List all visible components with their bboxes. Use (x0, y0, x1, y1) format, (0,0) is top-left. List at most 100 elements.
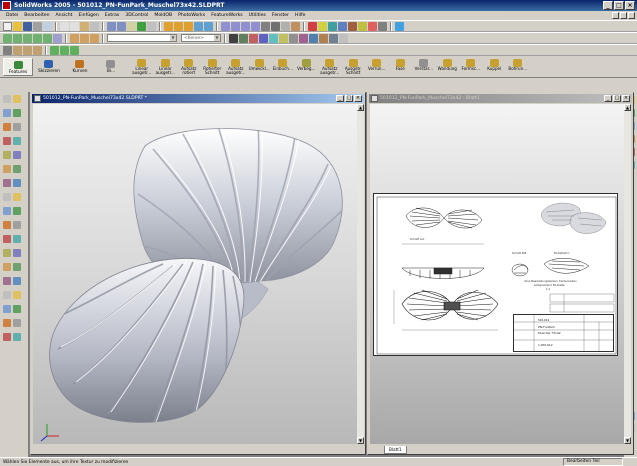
feature-button-5[interactable]: Umwickl... (248, 58, 272, 77)
offset-icon[interactable] (80, 33, 89, 43)
section-view-icon[interactable] (291, 21, 300, 31)
maximize-button[interactable]: □ (614, 1, 624, 10)
style-combo[interactable]: <Keine> ▼ (181, 34, 221, 42)
mass-properties-icon[interactable] (259, 33, 268, 43)
mirror-icon[interactable] (70, 33, 79, 43)
drawing-window[interactable]: 501012_PN-FunPark_Muschel73x42 - Blatt1 … (367, 92, 634, 455)
doc-minimize-button[interactable] (612, 12, 619, 19)
left-tool-icon[interactable] (3, 109, 11, 117)
left-tool-icon[interactable] (3, 123, 11, 131)
left-tool-icon[interactable] (13, 263, 21, 271)
smart-dimension-icon[interactable] (318, 21, 327, 31)
menu-fenster[interactable]: Fenster (269, 11, 292, 20)
feature-button-7[interactable]: Verbeg... (295, 58, 319, 77)
thickness-icon[interactable] (329, 33, 338, 43)
left-tool-icon[interactable] (13, 305, 21, 313)
left-tool-icon[interactable] (13, 137, 21, 145)
line-icon[interactable] (3, 33, 12, 43)
redo-icon[interactable] (117, 21, 126, 31)
measure-icon[interactable] (249, 33, 258, 43)
left-tool-icon[interactable] (13, 207, 21, 215)
menu-moldob[interactable]: MoldOB (151, 11, 175, 20)
rebuild-icon[interactable] (137, 21, 146, 31)
zebra-icon[interactable] (309, 33, 318, 43)
feature-button-11[interactable]: Fase (389, 58, 413, 77)
left-tool-icon[interactable] (13, 277, 21, 285)
delete-icon[interactable] (90, 21, 99, 31)
front-view-icon[interactable] (221, 21, 230, 31)
left-tool-icon[interactable] (13, 123, 21, 131)
layer-combo[interactable]: ▼ (107, 34, 177, 42)
wireframe-icon[interactable] (261, 21, 270, 31)
minimize-button[interactable]: _ (603, 1, 613, 10)
curvature-icon[interactable] (299, 33, 308, 43)
menu-datei[interactable]: Datei (3, 11, 21, 20)
feature-button-13[interactable]: Wandung (436, 58, 460, 77)
new-icon[interactable] (3, 21, 12, 31)
options-icon[interactable] (147, 21, 156, 31)
relations-icon[interactable] (328, 21, 337, 31)
left-tool-icon[interactable] (13, 235, 21, 243)
circle-icon[interactable] (23, 33, 32, 43)
3d-graphics-viewport[interactable] (33, 104, 357, 444)
left-tool-icon[interactable] (3, 179, 11, 187)
command-tab-0[interactable]: Features (3, 58, 33, 76)
edge-icon[interactable] (289, 33, 298, 43)
left-tool-icon[interactable] (3, 137, 11, 145)
toolbox-icon[interactable] (339, 33, 348, 43)
left-tool-icon[interactable] (13, 95, 21, 103)
zoom-in-out-icon[interactable] (184, 21, 193, 31)
part-minimize-button[interactable]: _ (336, 95, 344, 102)
doc-restore-button[interactable] (620, 12, 627, 19)
menu-featureworks[interactable]: FeatureWorks (208, 11, 245, 20)
shaded-icon[interactable] (281, 21, 290, 31)
spline-icon[interactable] (43, 33, 52, 43)
copy-icon[interactable] (70, 21, 79, 31)
drawing-maximize-button[interactable]: □ (613, 95, 621, 102)
plane-icon[interactable] (338, 21, 347, 31)
trim-icon[interactable] (90, 33, 99, 43)
feature-button-10[interactable]: Verrun... (365, 58, 389, 77)
left-tool-icon[interactable] (13, 151, 21, 159)
drawing-minimize-button[interactable]: _ (604, 95, 612, 102)
feature-button-14[interactable]: Formsc... (459, 58, 483, 77)
drawing-close-button[interactable]: × (622, 95, 630, 102)
left-tool-icon[interactable] (13, 333, 21, 341)
top-view-icon[interactable] (231, 21, 240, 31)
feature-button-12[interactable]: Verstär... (412, 58, 436, 77)
pan-icon[interactable] (204, 21, 213, 31)
menu-ansicht[interactable]: Ansicht (53, 11, 76, 20)
drawing-sheet[interactable]: Schnitt A-A Schnitt B-B Einzelheit C ohn… (373, 193, 618, 356)
zoom-area-icon[interactable] (174, 21, 183, 31)
left-tool-icon[interactable] (13, 109, 21, 117)
feature-button-0[interactable]: Linear ausgetr... (130, 58, 154, 77)
menu-photoworks[interactable]: PhotoWorks (175, 11, 208, 20)
sheet-tab-blatt1[interactable]: Blatt1 (384, 446, 407, 454)
menu-utilities[interactable]: Utilities (246, 11, 269, 20)
feature-button-9[interactable]: Ausgetr. Schnitt (342, 58, 366, 77)
help-icon[interactable] (395, 21, 404, 31)
zoom-fit-icon[interactable] (164, 21, 173, 31)
part-vertical-scrollbar[interactable]: ▲ ▼ (357, 104, 364, 444)
sketch-icon[interactable] (308, 21, 317, 31)
doc-close-button[interactable] (628, 12, 635, 19)
command-tab-3[interactable]: Bl... (96, 58, 126, 76)
fillet-icon[interactable] (70, 45, 79, 55)
feature-icon[interactable] (50, 45, 59, 55)
left-tool-icon[interactable] (3, 207, 11, 215)
left-tool-icon[interactable] (13, 249, 21, 257)
feature-button-6[interactable]: Einbuch... (271, 58, 295, 77)
select-icon[interactable] (127, 21, 136, 31)
draft-analysis-icon[interactable] (319, 33, 328, 43)
menu-bearbeiten[interactable]: Bearbeiten (21, 11, 52, 20)
menu-3dcontrol[interactable]: 3DControl (122, 11, 151, 20)
point-icon[interactable] (53, 33, 62, 43)
texture-icon[interactable] (279, 33, 288, 43)
menu-extras[interactable]: Extras (102, 11, 123, 20)
feature-button-2[interactable]: Aufsatz rotiert (177, 58, 201, 77)
light-icon[interactable] (378, 21, 387, 31)
menu-hilfe[interactable]: Hilfe (292, 11, 308, 20)
left-tool-icon[interactable] (13, 291, 21, 299)
filter-faces-icon[interactable] (23, 45, 32, 55)
left-tool-icon[interactable] (3, 95, 11, 103)
